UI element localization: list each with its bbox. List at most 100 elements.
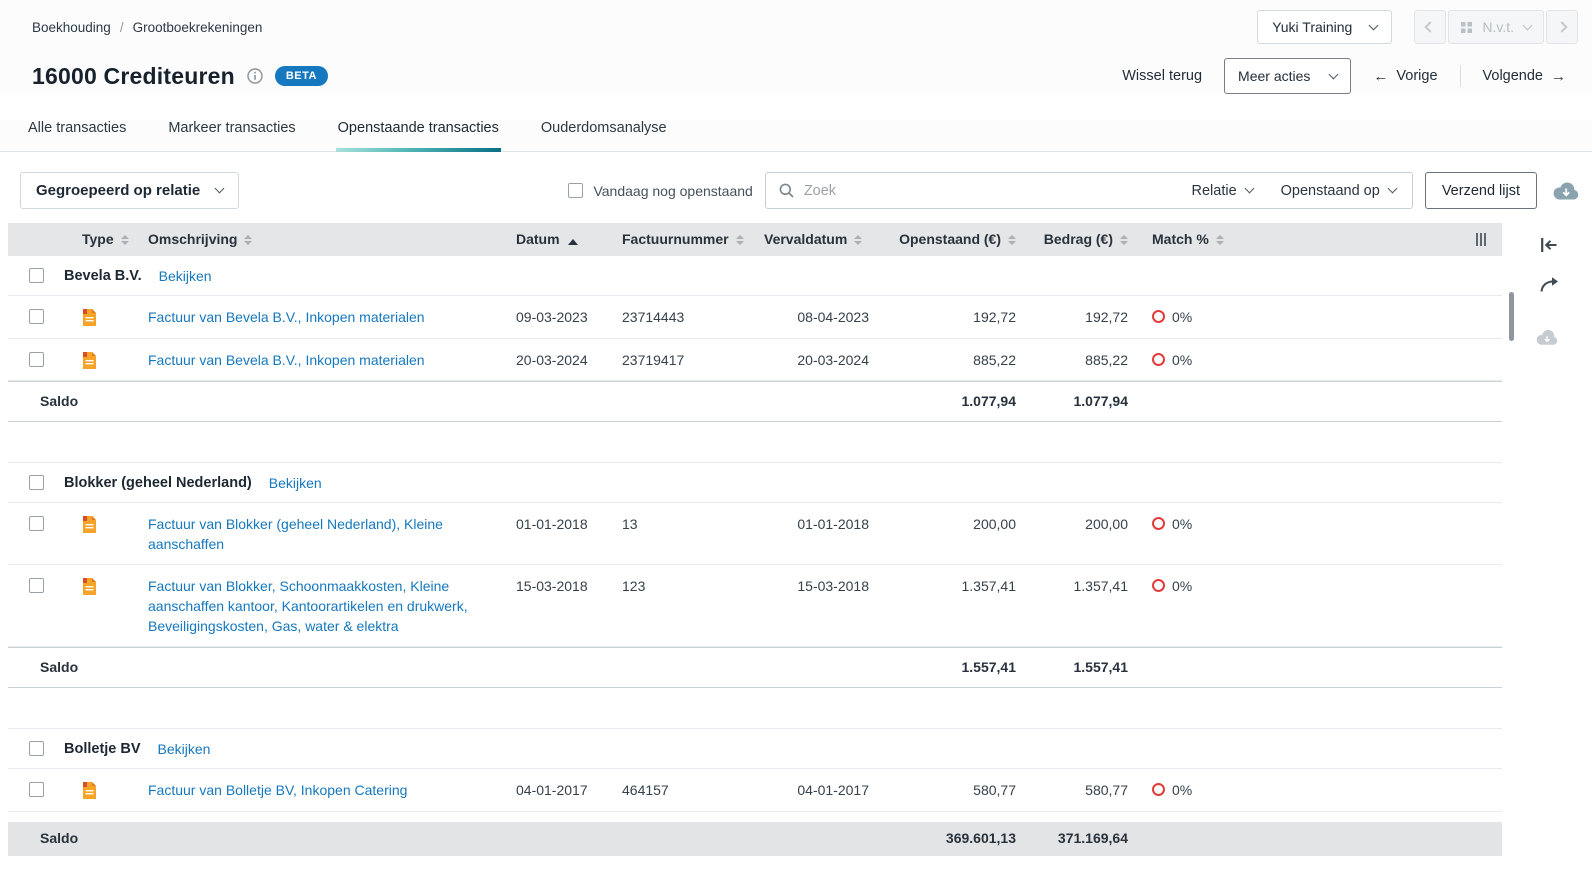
tab-markeer-transacties[interactable]: Markeer transacties <box>166 120 297 151</box>
group-checkbox[interactable] <box>29 268 44 283</box>
sort-asc-icon <box>568 239 578 245</box>
volgende-button[interactable]: Volgende → <box>1483 68 1566 85</box>
cell-openstaand: 192,72 <box>884 296 1032 338</box>
chevron-down-icon <box>1387 184 1397 194</box>
transaction-link[interactable]: Factuur van Bevela B.V., Inkopen materia… <box>148 351 425 371</box>
purchase-invoice-icon <box>82 309 97 326</box>
cell-match: 0% <box>1172 308 1192 328</box>
match-circle-icon <box>1152 353 1165 366</box>
saldo-openstaand: 1.077,94 <box>884 382 1032 421</box>
column-header-openstaand[interactable]: Openstaand (€) <box>884 223 1032 256</box>
today-open-checkbox[interactable] <box>568 183 583 198</box>
table-row: Factuur van Bevela B.V., Inkopen materia… <box>8 339 1502 382</box>
record-selector-label: N.v.t. <box>1482 19 1514 35</box>
purchase-invoice-icon <box>82 352 97 369</box>
group-by-dropdown[interactable]: Gegroepeerd op relatie <box>20 172 239 209</box>
download-cloud-button[interactable] <box>1552 180 1580 201</box>
cell-factuurnummer: 123 <box>608 565 746 646</box>
breadcrumb-separator: / <box>120 20 124 35</box>
organization-selector-label: Yuki Training <box>1272 19 1352 35</box>
group-checkbox[interactable] <box>29 475 44 490</box>
sort-icon <box>736 235 744 245</box>
purchase-invoice-icon <box>82 516 97 533</box>
today-open-label: Vandaag nog openstaand <box>593 183 752 199</box>
cell-openstaand: 580,77 <box>884 769 1032 811</box>
row-checkbox[interactable] <box>29 578 44 593</box>
transaction-link[interactable]: Factuur van Blokker, Schoonmaakkosten, K… <box>148 577 482 636</box>
vertical-scrollbar[interactable] <box>1509 292 1514 341</box>
group-by-label: Gegroepeerd op relatie <box>36 182 200 199</box>
chevron-down-icon <box>1329 69 1339 79</box>
row-checkbox[interactable] <box>29 782 44 797</box>
transaction-link[interactable]: Factuur van Bolletje BV, Inkopen Caterin… <box>148 781 407 801</box>
cell-factuurnummer: 23714443 <box>608 296 746 338</box>
match-circle-icon <box>1152 517 1165 530</box>
tab-ouderdomsanalyse[interactable]: Ouderdomsanalyse <box>539 120 669 151</box>
cell-match: 0% <box>1172 577 1192 597</box>
openstaand-op-filter-dropdown[interactable]: Openstaand op <box>1281 183 1396 199</box>
cloud-icon[interactable] <box>1535 329 1559 346</box>
column-header-omschrijving[interactable]: Omschrijving <box>128 223 500 256</box>
list-toolbar: Gegroepeerd op relatie Vandaag nog opens… <box>20 172 1580 209</box>
search-input[interactable] <box>804 183 1182 199</box>
verzend-lijst-button[interactable]: Verzend lijst <box>1425 172 1537 209</box>
cell-match: 0% <box>1172 781 1192 801</box>
column-settings-icon[interactable] <box>1476 233 1486 246</box>
transaction-link[interactable]: Factuur van Bevela B.V., Inkopen materia… <box>148 308 425 328</box>
bekijken-link[interactable]: Bekijken <box>159 268 212 284</box>
breadcrumb-grootboekrekeningen[interactable]: Grootboekrekeningen <box>133 20 263 35</box>
chevron-down-icon <box>215 184 225 194</box>
relatie-filter-dropdown[interactable]: Relatie <box>1192 183 1253 199</box>
table-row: Factuur van Blokker (geheel Nederland), … <box>8 503 1502 565</box>
breadcrumb-boekhouding[interactable]: Boekhouding <box>32 20 111 35</box>
column-header-match[interactable]: Match % <box>1144 223 1254 256</box>
table-row: Factuur van Bevela B.V., Inkopen materia… <box>8 296 1502 339</box>
volgende-label: Volgende <box>1483 68 1543 84</box>
collapse-panel-icon[interactable] <box>1540 237 1558 253</box>
previous-record-button[interactable] <box>1414 10 1446 44</box>
row-checkbox[interactable] <box>29 516 44 531</box>
info-icon[interactable] <box>247 68 263 84</box>
column-header-bedrag[interactable]: Bedrag (€) <box>1032 223 1144 256</box>
table-row: Factuur van Bolletje BV, Inkopen Caterin… <box>8 769 1502 812</box>
group-spacer <box>8 688 1502 729</box>
row-checkbox[interactable] <box>29 352 44 367</box>
sort-icon <box>1120 235 1128 245</box>
column-header-datum[interactable]: Datum <box>500 223 608 256</box>
tab-openstaande-transacties[interactable]: Openstaande transacties <box>336 120 501 151</box>
organization-selector[interactable]: Yuki Training <box>1257 10 1392 44</box>
cell-match: 0% <box>1172 351 1192 371</box>
column-header-vervaldatum[interactable]: Vervaldatum <box>746 223 884 256</box>
group-name: Blokker (geheel Nederland) <box>64 475 252 491</box>
cell-datum: 09-03-2023 <box>500 296 608 338</box>
redo-arrow-icon[interactable] <box>1539 276 1559 293</box>
tab-alle-transacties[interactable]: Alle transacties <box>26 120 128 151</box>
table-header-row: Type Omschrijving Datum Factuurnummer Ve… <box>8 223 1502 256</box>
cell-vervaldatum: 01-01-2018 <box>746 503 884 564</box>
wissel-terug-button[interactable]: Wissel terug <box>1122 68 1202 84</box>
bekijken-link[interactable]: Bekijken <box>269 475 322 491</box>
column-header-type[interactable]: Type <box>64 223 128 256</box>
transaction-link[interactable]: Factuur van Blokker (geheel Nederland), … <box>148 515 482 554</box>
cell-openstaand: 1.357,41 <box>884 565 1032 646</box>
row-checkbox[interactable] <box>29 309 44 324</box>
cell-vervaldatum: 08-04-2023 <box>746 296 884 338</box>
group-checkbox[interactable] <box>29 741 44 756</box>
group-header-row: Bolletje BV Bekijken <box>8 729 1502 769</box>
cell-openstaand: 885,22 <box>884 339 1032 381</box>
sort-icon <box>1216 235 1224 245</box>
vorige-button[interactable]: ← Vorige <box>1373 68 1437 85</box>
meer-acties-button[interactable]: Meer acties <box>1224 58 1351 94</box>
cell-bedrag: 192,72 <box>1032 296 1144 338</box>
next-record-button[interactable] <box>1546 10 1578 44</box>
bekijken-link[interactable]: Bekijken <box>158 741 211 757</box>
cell-bedrag: 885,22 <box>1032 339 1144 381</box>
beta-badge: BETA <box>275 66 328 86</box>
cell-match: 0% <box>1172 515 1192 535</box>
today-open-checkbox-group[interactable]: Vandaag nog openstaand <box>568 183 752 199</box>
meer-acties-label: Meer acties <box>1238 68 1310 84</box>
record-selector[interactable]: N.v.t. <box>1448 10 1544 44</box>
page-title: 16000 Crediteuren <box>32 63 235 90</box>
column-header-factuurnummer[interactable]: Factuurnummer <box>608 223 746 256</box>
cell-vervaldatum: 15-03-2018 <box>746 565 884 646</box>
